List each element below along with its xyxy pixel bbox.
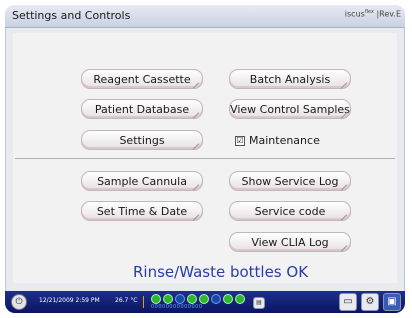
maintenance-check-box[interactable]: ☑	[235, 135, 245, 146]
service-code-label: Service code	[254, 204, 326, 218]
window-title: Settings and Controls	[12, 9, 131, 22]
section-divider	[15, 158, 395, 159]
gear-icon[interactable]: ⚙	[361, 293, 379, 311]
maintenance-checkbox[interactable]: ☑ Maintenance	[235, 134, 320, 147]
title-bar: Settings and Controls iscusflex |Rev.E	[5, 5, 405, 28]
set-time-date-label: Set Time & Date	[96, 204, 188, 218]
status-message: Rinse/Waste bottles OK	[133, 263, 309, 281]
printer-icon[interactable]: ▤	[253, 297, 265, 309]
batch-analysis-label: Batch Analysis	[249, 72, 331, 86]
sample-indicator-icon	[199, 294, 209, 304]
maintenance-label: Maintenance	[249, 134, 320, 147]
sample-cannula-button[interactable]: Sample Cannula	[81, 171, 203, 191]
datetime-label: 12/21/2009 2:59 PM	[39, 297, 100, 304]
position-dots: 00000000000000	[151, 304, 203, 310]
show-service-log-label: Show Service Log	[241, 174, 339, 188]
sample-status-indicators	[151, 294, 245, 304]
sample-indicator-icon	[235, 294, 245, 304]
power-icon[interactable]: ⏻	[11, 294, 27, 310]
brand-logo: iscusflex |Rev.E	[345, 9, 401, 19]
sample-indicator-icon	[175, 294, 185, 304]
reagent-cassette-label: Reagent Cassette	[93, 72, 191, 86]
status-divider	[143, 296, 144, 308]
sample-indicator-icon	[187, 294, 197, 304]
revision-label: |Rev.E	[376, 9, 401, 19]
sample-indicator-icon	[223, 294, 233, 304]
sample-indicator-icon	[163, 294, 173, 304]
sample-cannula-label: Sample Cannula	[97, 174, 187, 188]
folder-icon[interactable]: ▭	[339, 293, 357, 311]
settings-panel: Reagent Cassette Batch Analysis Patient …	[13, 33, 397, 283]
batch-analysis-button[interactable]: Batch Analysis	[229, 69, 351, 89]
sample-indicator-icon	[211, 294, 221, 304]
settings-label: Settings	[119, 133, 165, 147]
brand-name: iscus	[344, 9, 365, 19]
show-service-log-button[interactable]: Show Service Log	[229, 171, 351, 191]
temperature-label: 26.7 °C	[115, 297, 138, 304]
service-code-button[interactable]: Service code	[229, 201, 351, 221]
view-control-samples-label: View Control Samples	[230, 102, 350, 116]
window-icon[interactable]: ▣	[383, 293, 401, 311]
view-clia-log-label: View CLIA Log	[251, 235, 329, 249]
set-time-date-button[interactable]: Set Time & Date	[81, 201, 203, 221]
view-control-samples-button[interactable]: View Control Samples	[229, 99, 351, 119]
sample-indicator-icon	[151, 294, 161, 304]
patient-database-label: Patient Database	[94, 102, 190, 116]
taskbar: ⏻ 12/21/2009 2:59 PM 26.7 °C 00000000000…	[5, 291, 405, 313]
reagent-cassette-button[interactable]: Reagent Cassette	[81, 69, 203, 89]
settings-window: Settings and Controls iscusflex |Rev.E R…	[5, 5, 405, 313]
settings-button[interactable]: Settings	[81, 130, 203, 150]
brand-superscript: flex	[364, 9, 374, 15]
view-clia-log-button[interactable]: View CLIA Log	[229, 232, 351, 252]
patient-database-button[interactable]: Patient Database	[81, 99, 203, 119]
